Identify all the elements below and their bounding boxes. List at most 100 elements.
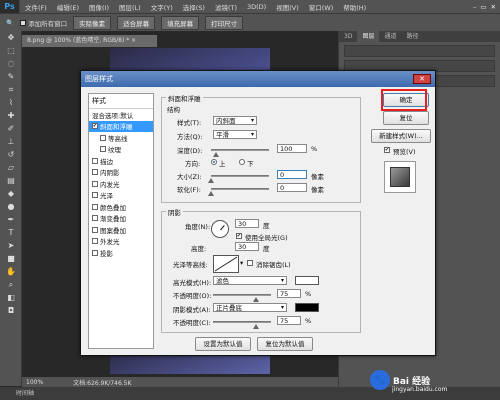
style-item[interactable]: 外发光 (89, 236, 153, 248)
dodge-tool-icon[interactable]: ● (0, 200, 22, 213)
highlight-opacity-thumb[interactable] (253, 297, 259, 302)
styles-header[interactable]: 样式 (89, 94, 153, 109)
bevel-style-select[interactable]: 内斜面 (213, 116, 257, 125)
restore-icon[interactable]: ▭ (480, 3, 486, 11)
highlight-opacity-input[interactable]: 75 (277, 289, 301, 298)
tab-layers[interactable]: 图层 (357, 31, 380, 42)
menu-image[interactable]: 图像(I) (84, 2, 114, 12)
gloss-contour-picker[interactable] (213, 255, 239, 273)
highlight-color-swatch[interactable] (295, 276, 319, 285)
path-select-tool-icon[interactable]: ➤ (0, 239, 22, 252)
zoom-level[interactable]: 100% (26, 379, 43, 386)
eraser-tool-icon[interactable]: ▱ (0, 161, 22, 174)
global-light-checkbox[interactable]: ✔ (236, 233, 242, 239)
dialog-close-icon[interactable]: ✕ (413, 74, 431, 84)
crop-tool-icon[interactable]: ⌗ (0, 83, 22, 96)
minimize-icon[interactable]: – (473, 3, 476, 11)
shadow-color-swatch[interactable] (295, 303, 319, 312)
shape-tool-icon[interactable]: ■ (0, 252, 22, 265)
angle-dial[interactable] (211, 220, 229, 238)
style-item[interactable]: 纹理 (89, 144, 153, 156)
menu-filter[interactable]: 滤镜(T) (210, 2, 242, 12)
move-tool-icon[interactable]: ✥ (0, 31, 22, 44)
style-item[interactable]: 内发光 (89, 178, 153, 190)
quick-select-tool-icon[interactable]: ✎ (0, 70, 22, 83)
style-checkbox[interactable] (92, 249, 98, 256)
blur-tool-icon[interactable]: ◆ (0, 187, 22, 200)
highlight-opacity-slider[interactable] (213, 294, 271, 302)
menu-layer[interactable]: 图层(L) (114, 2, 146, 12)
tab-3d[interactable]: 3D (339, 31, 357, 42)
size-slider-thumb[interactable] (208, 178, 214, 183)
eyedropper-tool-icon[interactable]: ⌇ (0, 96, 22, 109)
style-item[interactable]: 渐变叠加 (89, 213, 153, 225)
style-checkbox[interactable] (92, 192, 98, 199)
new-style-button[interactable]: 新建样式(W)... (371, 129, 431, 143)
style-checkbox[interactable] (92, 157, 98, 164)
antialias-checkbox[interactable] (247, 260, 253, 266)
fill-screen-button[interactable]: 填充屏幕 (161, 15, 200, 30)
menu-file[interactable]: 文件(F) (20, 2, 52, 12)
depth-slider-thumb[interactable] (213, 152, 220, 157)
history-brush-tool-icon[interactable]: ↺ (0, 148, 22, 161)
zoom-tool-icon[interactable]: ⌕ (0, 278, 22, 291)
gradient-tool-icon[interactable]: ▤ (0, 174, 22, 187)
soften-slider[interactable] (208, 188, 269, 196)
contour-dropdown-icon[interactable]: ▾ (240, 259, 243, 267)
depth-slider[interactable] (211, 149, 269, 157)
layer-filter-row[interactable] (344, 45, 495, 57)
menu-help[interactable]: 帮助(H) (338, 2, 371, 12)
close-icon[interactable]: ✕ (491, 3, 496, 11)
fit-screen-button[interactable]: 适合屏幕 (117, 15, 156, 30)
preview-checkbox[interactable]: ✔ (384, 147, 390, 153)
menu-edit[interactable]: 编辑(E) (52, 2, 84, 12)
shadow-mode-select[interactable]: 正片叠底 (213, 303, 287, 312)
style-checkbox[interactable]: ✔ (92, 123, 98, 130)
type-tool-icon[interactable]: T (0, 226, 22, 239)
style-checkbox[interactable] (92, 215, 98, 222)
reset-button[interactable]: 复位 (383, 111, 429, 125)
lasso-tool-icon[interactable]: ◌ (0, 57, 22, 70)
size-input[interactable]: 0 (277, 170, 307, 179)
size-slider[interactable] (208, 175, 269, 183)
altitude-input[interactable]: 30 (235, 242, 259, 251)
actual-pixels-button[interactable]: 实际像素 (73, 15, 112, 30)
soften-input[interactable]: 0 (277, 183, 307, 192)
color-swatches-icon[interactable]: ◧ (0, 291, 22, 304)
style-item[interactable]: ✔ 斜面和浮雕 (89, 120, 153, 132)
tab-paths[interactable]: 路径 (401, 31, 423, 42)
style-checkbox[interactable] (92, 226, 98, 233)
style-checkbox[interactable] (92, 169, 98, 176)
style-item[interactable]: 图案叠加 (89, 224, 153, 236)
angle-input[interactable]: 30 (235, 219, 259, 228)
soften-slider-thumb[interactable] (208, 191, 214, 196)
direction-down-radio[interactable] (239, 159, 245, 165)
style-item[interactable]: 投影 (89, 247, 153, 259)
dialog-title-bar[interactable]: 图层样式 ✕ (81, 71, 435, 87)
add-all-windows-checkbox[interactable]: 添加所有窗口 (20, 18, 67, 28)
quick-mask-icon[interactable]: ◘ (0, 304, 22, 317)
direction-up-radio[interactable] (211, 159, 217, 165)
menu-select[interactable]: 选择(S) (178, 2, 210, 12)
style-item[interactable]: 等高线 (89, 132, 153, 144)
healing-tool-icon[interactable]: ✚ (0, 109, 22, 122)
shadow-opacity-slider[interactable] (213, 321, 271, 329)
style-checkbox[interactable] (92, 180, 98, 187)
depth-input[interactable]: 100 (277, 144, 307, 153)
style-checkbox[interactable] (100, 134, 106, 141)
style-item[interactable]: 描边 (89, 155, 153, 167)
make-default-button[interactable]: 设置为默认值 (195, 337, 251, 351)
marquee-tool-icon[interactable]: ⬚ (0, 44, 22, 57)
menu-3d[interactable]: 3D(D) (242, 3, 271, 11)
menu-view[interactable]: 视图(V) (271, 2, 304, 12)
menu-type[interactable]: 文字(Y) (146, 2, 178, 12)
pen-tool-icon[interactable]: ✒ (0, 213, 22, 226)
style-checkbox[interactable] (92, 203, 98, 210)
shadow-opacity-thumb[interactable] (253, 324, 259, 329)
technique-select[interactable]: 平滑 (213, 130, 257, 139)
brush-tool-icon[interactable]: ✐ (0, 122, 22, 135)
style-checkbox[interactable] (100, 146, 106, 153)
reset-default-button[interactable]: 复位为默认值 (257, 337, 313, 351)
highlight-mode-select[interactable]: 滤色 (213, 276, 287, 285)
tab-channels[interactable]: 通道 (379, 31, 401, 42)
